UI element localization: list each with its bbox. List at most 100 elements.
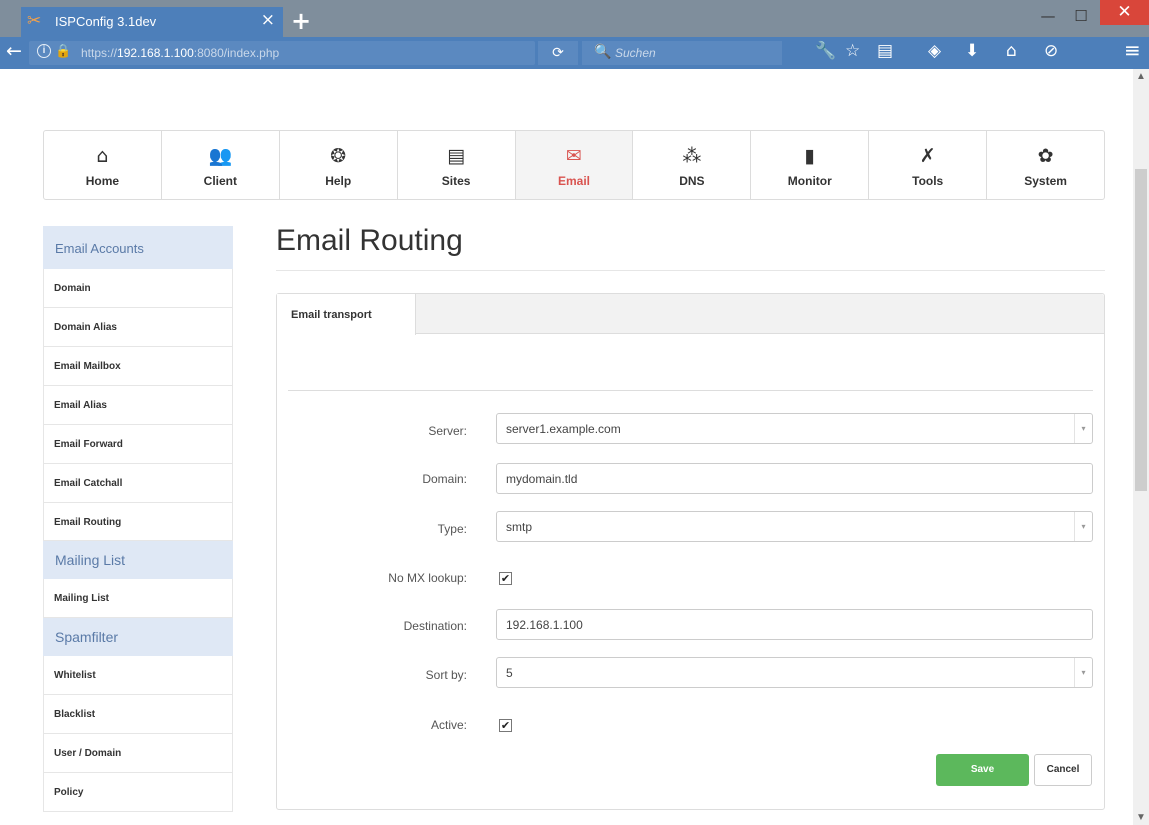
sidebar-header-email-accounts: Email Accounts: [43, 226, 233, 269]
module-sites[interactable]: ▤ Sites: [398, 131, 516, 199]
module-email[interactable]: ✉ Email: [515, 131, 634, 199]
module-label: Help: [325, 174, 352, 188]
destination-label: Destination:: [403, 619, 467, 633]
save-button[interactable]: Save: [936, 754, 1029, 786]
url-text[interactable]: https://192.168.1.100:8080/index.php: [81, 46, 279, 60]
sidebar-item-domain-alias[interactable]: Domain Alias: [43, 308, 233, 347]
module-monitor[interactable]: ▮ Monitor: [751, 131, 870, 199]
module-label: Monitor: [787, 174, 832, 188]
module-label: Home: [85, 174, 120, 188]
sidebar-item-email-routing[interactable]: Email Routing: [43, 503, 233, 541]
new-tab-button[interactable]: +: [291, 9, 311, 33]
home-icon[interactable]: ⌂: [1006, 41, 1017, 61]
sidebar-item-email-alias[interactable]: Email Alias: [43, 386, 233, 425]
module-label: System: [1024, 174, 1067, 188]
url-path: :8080/index.php: [193, 46, 280, 60]
domain-field[interactable]: mydomain.tld: [496, 463, 1093, 494]
sidebar-item-email-forward[interactable]: Email Forward: [43, 425, 233, 464]
window-minimize-button[interactable]: —: [1033, 4, 1063, 30]
sidebar-item-email-mailbox[interactable]: Email Mailbox: [43, 347, 233, 386]
module-home[interactable]: ⌂ Home: [44, 131, 162, 199]
reader-view-icon[interactable]: ▤: [877, 41, 893, 61]
page-scrollbar[interactable]: ▲ ▼: [1133, 69, 1149, 825]
type-select[interactable]: smtp ▾: [496, 511, 1093, 542]
scroll-up-arrow-icon[interactable]: ▲: [1133, 71, 1149, 82]
sortby-select[interactable]: 5 ▾: [496, 657, 1093, 688]
module-tools[interactable]: ✗ Tools: [869, 131, 988, 199]
bookmark-star-icon[interactable]: ☆: [845, 41, 860, 61]
insecure-lock-icon[interactable]: 🔒: [55, 44, 71, 59]
browser-tab[interactable]: ✂ ISPConfig 3.1dev ×: [21, 7, 283, 37]
sidebar-item-user-domain[interactable]: User / Domain: [43, 734, 233, 773]
domain-label: Domain:: [422, 472, 467, 486]
browser-titlebar: ✂ ISPConfig 3.1dev × + — ☐ ✕: [0, 0, 1149, 37]
page-title: Email Routing: [276, 224, 463, 257]
sidebar-item-email-catchall[interactable]: Email Catchall: [43, 464, 233, 503]
sidebar-item-whitelist[interactable]: Whitelist: [43, 656, 233, 695]
address-bar[interactable]: i 🔒 https://192.168.1.100:8080/index.php: [29, 41, 535, 65]
sidebar-item-domain[interactable]: Domain: [43, 269, 233, 308]
sortby-value: 5: [506, 666, 513, 680]
panel-divider: [288, 390, 1093, 391]
destination-field[interactable]: 192.168.1.100: [496, 609, 1093, 640]
pocket-icon[interactable]: ◈: [928, 41, 941, 61]
search-bar[interactable]: 🔍 Suchen: [582, 41, 782, 65]
module-dns[interactable]: ⁂ DNS: [633, 131, 752, 199]
domain-value: mydomain.tld: [506, 472, 578, 486]
home-icon: ⌂: [96, 145, 109, 167]
sidebar-item-policy[interactable]: Policy: [43, 773, 233, 812]
search-placeholder: Suchen: [615, 46, 656, 60]
wrench-icon[interactable]: 🔧: [815, 41, 836, 61]
window-maximize-button[interactable]: ☐: [1066, 4, 1096, 30]
nomx-checkbox[interactable]: ✔: [499, 572, 512, 585]
tab-close-icon[interactable]: ×: [261, 10, 275, 30]
scroll-thumb[interactable]: [1135, 169, 1147, 491]
module-nav: ⌂ Home 👥 Client ❂ Help ▤ Sites ✉ Email ⁂…: [43, 130, 1105, 200]
sidebar-item-mailing-list[interactable]: Mailing List: [43, 579, 233, 618]
active-label: Active:: [430, 718, 467, 732]
url-host: 192.168.1.100: [117, 46, 194, 60]
reload-icon[interactable]: ⟳: [538, 41, 578, 65]
sidebar-header-mailing-list: Mailing List: [43, 541, 233, 579]
cancel-button[interactable]: Cancel: [1034, 754, 1092, 786]
select-caret-icon: ▾: [1074, 414, 1092, 443]
tab-email-transport[interactable]: Email transport: [277, 294, 416, 335]
network-icon: ⁂: [682, 145, 702, 167]
module-system[interactable]: ✿ System: [987, 131, 1104, 199]
module-label: Sites: [441, 174, 471, 188]
sidebar: Email Accounts Domain Domain Alias Email…: [43, 226, 233, 812]
server-label: Server:: [428, 424, 467, 438]
destination-value: 192.168.1.100: [506, 618, 583, 632]
tools-icon: ✗: [919, 145, 936, 167]
module-label: DNS: [679, 174, 705, 188]
form-panel: Email transport Server: server1.example.…: [276, 293, 1105, 810]
ispconfig-favicon-icon: ✂: [27, 11, 42, 31]
server-value: server1.example.com: [506, 422, 621, 436]
download-icon[interactable]: ⬇: [965, 41, 979, 61]
select-caret-icon: ▾: [1074, 512, 1092, 541]
module-label: Email: [558, 174, 591, 188]
browser-icon: ▤: [447, 145, 466, 167]
addon-icon[interactable]: ⊘: [1044, 41, 1058, 61]
module-client[interactable]: 👥 Client: [162, 131, 280, 199]
nomx-label: No MX lookup:: [388, 571, 467, 585]
active-checkbox[interactable]: ✔: [499, 719, 512, 732]
module-help[interactable]: ❂ Help: [280, 131, 398, 199]
sidebar-item-blacklist[interactable]: Blacklist: [43, 695, 233, 734]
type-label: Type:: [437, 522, 467, 536]
envelope-icon: ✉: [566, 145, 582, 167]
module-label: Tools: [912, 174, 944, 188]
sortby-label: Sort by:: [425, 668, 467, 682]
search-icon: 🔍: [594, 44, 612, 60]
back-arrow-icon[interactable]: ←: [6, 40, 22, 62]
scroll-down-arrow-icon[interactable]: ▼: [1133, 812, 1149, 823]
window-close-button[interactable]: ✕: [1100, 0, 1149, 25]
gear-icon: ✿: [1037, 145, 1054, 167]
select-caret-icon: ▾: [1074, 658, 1092, 687]
server-select[interactable]: server1.example.com ▾: [496, 413, 1093, 444]
info-icon[interactable]: i: [37, 44, 51, 58]
module-label: Client: [203, 174, 237, 188]
url-prefix: https://: [81, 46, 118, 60]
lifebuoy-icon: ❂: [330, 145, 347, 167]
hamburger-menu-icon[interactable]: ≡: [1124, 38, 1141, 62]
